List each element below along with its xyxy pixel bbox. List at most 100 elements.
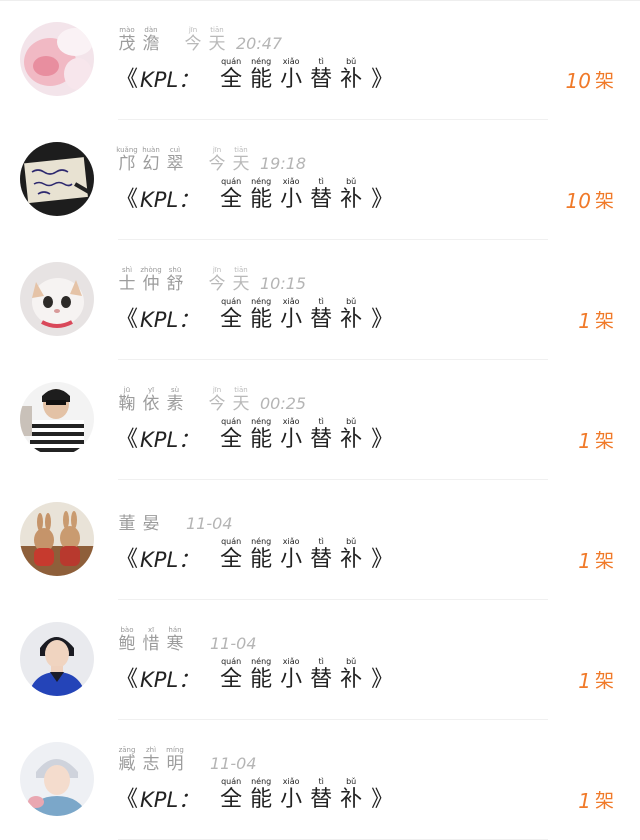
hanzi: 董 xyxy=(118,514,136,534)
hanzi: 替 xyxy=(310,187,333,212)
hanzi: 幻 xyxy=(142,154,160,174)
title-open-bracket: 《 xyxy=(116,787,139,812)
avatar[interactable] xyxy=(20,622,94,696)
item-title[interactable]: 《 KPL： quán 全 néng 能 xiǎo 小 tì 替 bǔ 补》 xyxy=(116,538,393,574)
hanzi: 替 xyxy=(310,787,333,812)
hanzi: 能 xyxy=(250,307,273,332)
annotated-char: yī 依 xyxy=(140,386,162,414)
annotated-char: quán 全 xyxy=(217,658,245,694)
hanzi: 能 xyxy=(250,427,273,452)
title-close-bracket: 》 xyxy=(371,187,394,212)
hanzi: 小 xyxy=(280,307,303,332)
annotated-char: tiān 天 xyxy=(230,146,252,174)
hanzi: 澹 xyxy=(142,34,160,54)
annotated-char: xiǎo 小 xyxy=(277,178,305,214)
list-item[interactable]: kuǎng 邝 huàn 幻 cuì 翠 jīn 今 tiān 天 19:18 《 KPL： quán 全 n… xyxy=(0,120,640,240)
count-unit: 架 xyxy=(594,310,614,332)
title-prefix: KPL： xyxy=(140,68,200,92)
title-prefix: KPL： xyxy=(140,188,200,212)
hanzi: 今 xyxy=(208,154,226,174)
item-meta: kuǎng 邝 huàn 幻 cuì 翠 jīn 今 tiān 天 19:18 xyxy=(116,144,306,174)
list-item[interactable]: zāng 臧 zhì 志 míng 明 11-04 《 KPL： quán 全 néng 能 xiǎo 小 t… xyxy=(0,720,640,840)
annotated-char: tì 替 xyxy=(307,58,335,94)
annotated-char: tiān 天 xyxy=(230,386,252,414)
pinyin: néng xyxy=(251,57,272,66)
list-item[interactable]: jū 鞠 yī 依 sù 素 jīn 今 tiān 天 00:25 《 KPL： quán 全 néng 能 xi… xyxy=(0,360,640,480)
title-close-bracket: 》 xyxy=(371,307,394,332)
hanzi: 补 xyxy=(340,67,363,92)
avatar[interactable] xyxy=(20,262,94,336)
avatar[interactable] xyxy=(20,742,94,816)
hanzi: 补 xyxy=(340,547,363,572)
pinyin: quán xyxy=(221,777,242,786)
pinyin: quán xyxy=(221,297,242,306)
hanzi: 素 xyxy=(166,394,184,414)
item-title[interactable]: 《 KPL： quán 全 néng 能 xiǎo 小 tì 替 bǔ 补》 xyxy=(116,418,393,454)
hanzi: 士 xyxy=(118,274,136,294)
pinyin: bǔ xyxy=(346,297,357,306)
hanzi: 茂 xyxy=(118,34,136,54)
title-prefix: KPL： xyxy=(140,668,200,692)
user-name: mào 茂 dàn 澹 xyxy=(116,26,164,54)
annotated-char: néng 能 xyxy=(247,538,275,574)
item-title[interactable]: 《 KPL： quán 全 néng 能 xiǎo 小 tì 替 bǔ 补》 xyxy=(116,178,393,214)
pinyin: hán xyxy=(168,626,182,634)
item-title[interactable]: 《 KPL： quán 全 néng 能 xiǎo 小 tì 替 bǔ 补》 xyxy=(116,778,393,814)
title-close-bracket: 》 xyxy=(371,787,394,812)
hanzi: 替 xyxy=(310,547,333,572)
item-title[interactable]: 《 KPL： quán 全 néng 能 xiǎo 小 tì 替 bǔ 补》 xyxy=(116,298,393,334)
pinyin: xī xyxy=(147,626,155,634)
annotated-char: bǔ 补 xyxy=(337,178,365,214)
annotated-char: zāng 臧 xyxy=(116,746,138,774)
hanzi: 替 xyxy=(310,667,333,692)
annotated-char: sù 素 xyxy=(164,386,186,414)
annotated-char: xiǎo 小 xyxy=(277,298,305,334)
item-title[interactable]: 《 KPL： quán 全 néng 能 xiǎo 小 tì 替 bǔ 补》 xyxy=(116,658,393,694)
annotated-char: tì 替 xyxy=(307,538,335,574)
list-item[interactable]: 董晏 11-04 《 KPL： quán 全 néng 能 xiǎo 小 tì 替 bǔ 补》 1 架 xyxy=(0,480,640,600)
annotated-char: quán 全 xyxy=(217,418,245,454)
avatar[interactable] xyxy=(20,22,94,96)
pinyin: bǔ xyxy=(346,537,357,546)
pinyin: quán xyxy=(221,57,242,66)
avatar[interactable] xyxy=(20,382,94,456)
item-meta: shì 士 zhòng 仲 shū 舒 jīn 今 tiān 天 10:15 xyxy=(116,264,307,294)
pinyin: bào xyxy=(120,626,134,634)
plane-count: 1架 xyxy=(578,424,614,454)
hanzi: 补 xyxy=(340,307,363,332)
timestamp: 00:25 xyxy=(260,394,307,413)
list-item[interactable]: shì 士 zhòng 仲 shū 舒 jīn 今 tiān 天 10:15 《 KPL： quán 全 né… xyxy=(0,240,640,360)
hanzi: 能 xyxy=(250,667,273,692)
pinyin: tiān xyxy=(234,386,248,394)
hanzi: 小 xyxy=(280,667,303,692)
annotated-char: jīn 今 xyxy=(206,146,228,174)
plane-count: 1架 xyxy=(578,784,614,814)
pinyin: dàn xyxy=(144,26,158,34)
hanzi: 全 xyxy=(220,667,243,692)
plane-count: 1架 xyxy=(578,544,614,574)
list-item[interactable]: bào 鲍 xī 惜 hán 寒 11-04 《 KPL： quán 全 néng 能 xiǎo 小 tì 替 b… xyxy=(0,600,640,720)
annotated-char: quán 全 xyxy=(217,178,245,214)
date-label: jīn 今 tiān 天 xyxy=(206,146,254,174)
date-label: jīn 今 tiān 天 xyxy=(206,266,254,294)
avatar[interactable] xyxy=(20,142,94,216)
annotated-char: shū 舒 xyxy=(164,266,186,294)
list-item[interactable]: mào 茂 dàn 澹 jīn 今 tiān 天 20:47 《 KPL： quán 全 néng 能 xiǎ… xyxy=(0,0,640,120)
hanzi: 全 xyxy=(220,427,243,452)
user-name: bào 鲍 xī 惜 hán 寒 xyxy=(116,626,188,654)
date-label: jīn 今 tiān 天 xyxy=(182,26,230,54)
pinyin: mào xyxy=(119,26,135,34)
hanzi: 全 xyxy=(220,547,243,572)
pinyin: quán xyxy=(221,657,242,666)
item-title[interactable]: 《 KPL： quán 全 néng 能 xiǎo 小 tì 替 bǔ 补》 xyxy=(116,58,393,94)
hanzi: 全 xyxy=(220,67,243,92)
pinyin: tiān xyxy=(234,146,248,154)
annotated-char: hán 寒 xyxy=(164,626,186,654)
title-close-bracket: 》 xyxy=(371,547,394,572)
hanzi: 补 xyxy=(340,427,363,452)
hanzi: 依 xyxy=(142,394,160,414)
annotated-char: bǔ 补 xyxy=(337,778,365,814)
pinyin: néng xyxy=(251,657,272,666)
annotated-char: néng 能 xyxy=(247,298,275,334)
avatar[interactable] xyxy=(20,502,94,576)
